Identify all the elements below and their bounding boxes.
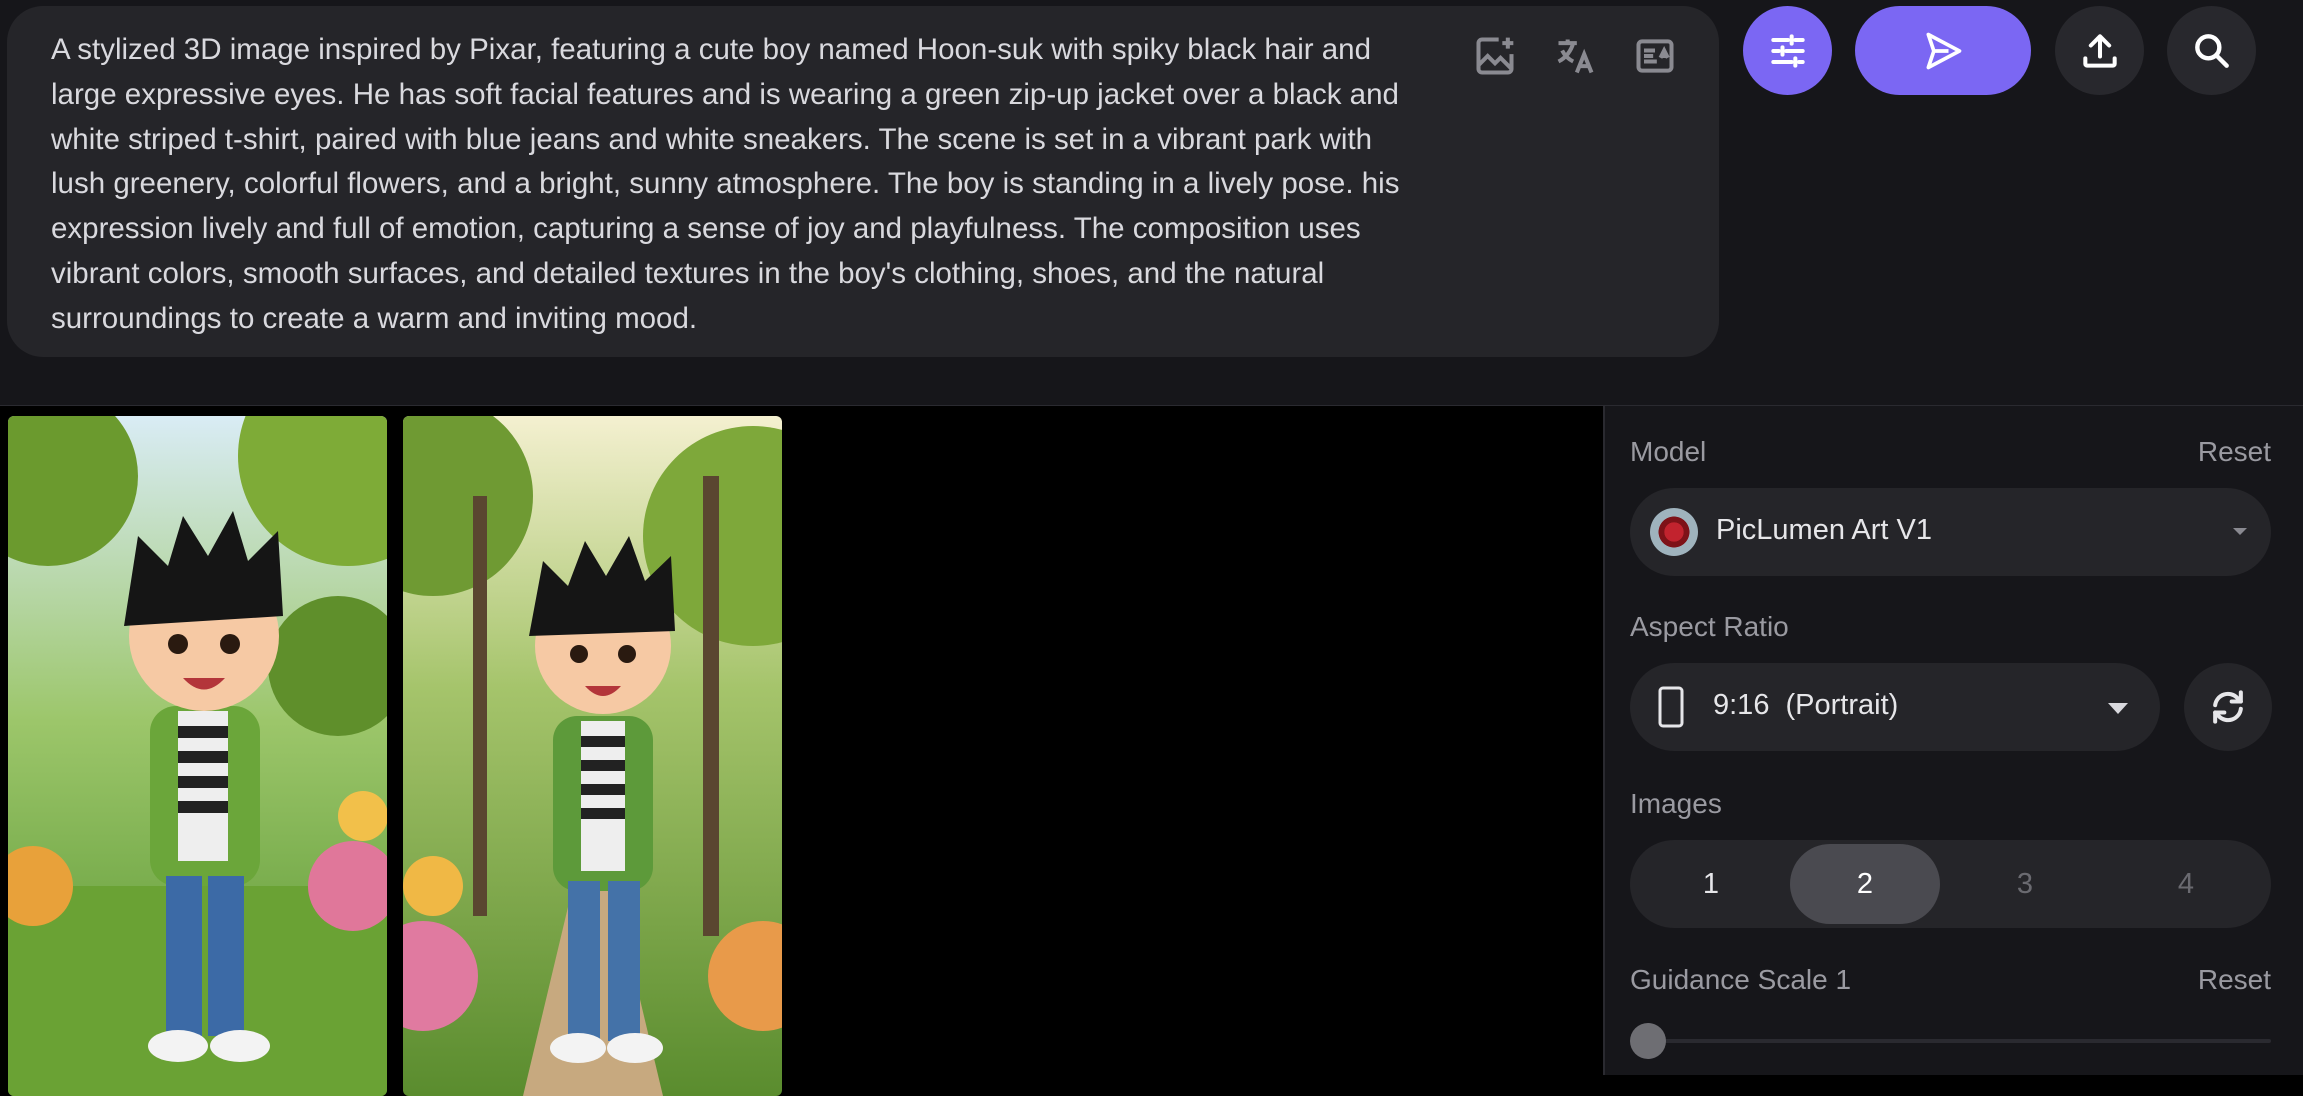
aspect-ratio-label: Aspect Ratio <box>1630 611 1789 642</box>
model-select[interactable]: PicLumen Art V1 <box>1630 488 2271 576</box>
prompt-box[interactable]: A stylized 3D image inspired by Pixar, f… <box>7 6 1719 357</box>
upload-icon <box>2082 33 2117 68</box>
translate-icon[interactable] <box>1551 32 1599 80</box>
search-button[interactable] <box>2167 6 2256 95</box>
image-gallery <box>0 406 1603 1096</box>
top-bar: A stylized 3D image inspired by Pixar, f… <box>0 0 2303 406</box>
image-count-4[interactable]: 4 <box>2111 844 2261 924</box>
generated-image-1[interactable] <box>8 416 387 1096</box>
model-avatar <box>1650 508 1698 556</box>
prompt-input[interactable]: A stylized 3D image inspired by Pixar, f… <box>51 28 1431 342</box>
guidance-reset-button[interactable]: Reset <box>2198 964 2271 996</box>
model-name: PicLumen Art V1 <box>1716 514 1932 546</box>
model-label: Model <box>1630 436 1707 467</box>
aspect-ratio-select[interactable]: 9:16 (Portrait) <box>1630 663 2160 751</box>
guidance-scale-label: Guidance Scale 1 <box>1630 964 1852 995</box>
model-reset-button[interactable]: Reset <box>2198 436 2271 468</box>
prompt-tools <box>1471 32 1679 80</box>
image-count-3[interactable]: 3 <box>1950 844 2100 924</box>
sliders-icon <box>1770 33 1805 68</box>
settings-panel: Model Reset PicLumen Art V1 Aspect Ratio… <box>1603 406 2303 1075</box>
generated-image-2[interactable] <box>403 416 782 1096</box>
search-icon <box>2194 33 2229 68</box>
chevron-down-icon <box>2233 528 2247 535</box>
describe-icon[interactable] <box>1631 32 1679 80</box>
swap-orientation-button[interactable] <box>2184 663 2272 751</box>
swap-icon <box>2213 690 2243 724</box>
generate-button[interactable] <box>1855 6 2031 95</box>
guidance-slider-thumb[interactable] <box>1630 1023 1666 1059</box>
image-count-2[interactable]: 2 <box>1790 844 1940 924</box>
image-count-selector: 1 2 3 4 <box>1630 840 2271 928</box>
aspect-ratio-value: 9:16 (Portrait) <box>1713 689 1899 721</box>
guidance-slider-track[interactable] <box>1630 1039 2271 1043</box>
upload-button[interactable] <box>2055 6 2144 95</box>
portrait-icon <box>1658 686 1684 728</box>
chevron-down-icon <box>2108 703 2128 714</box>
settings-button[interactable] <box>1743 6 1832 95</box>
send-icon <box>1926 32 1962 69</box>
images-label: Images <box>1630 788 1722 819</box>
add-image-icon[interactable] <box>1471 32 1519 80</box>
image-count-1[interactable]: 1 <box>1636 844 1786 924</box>
